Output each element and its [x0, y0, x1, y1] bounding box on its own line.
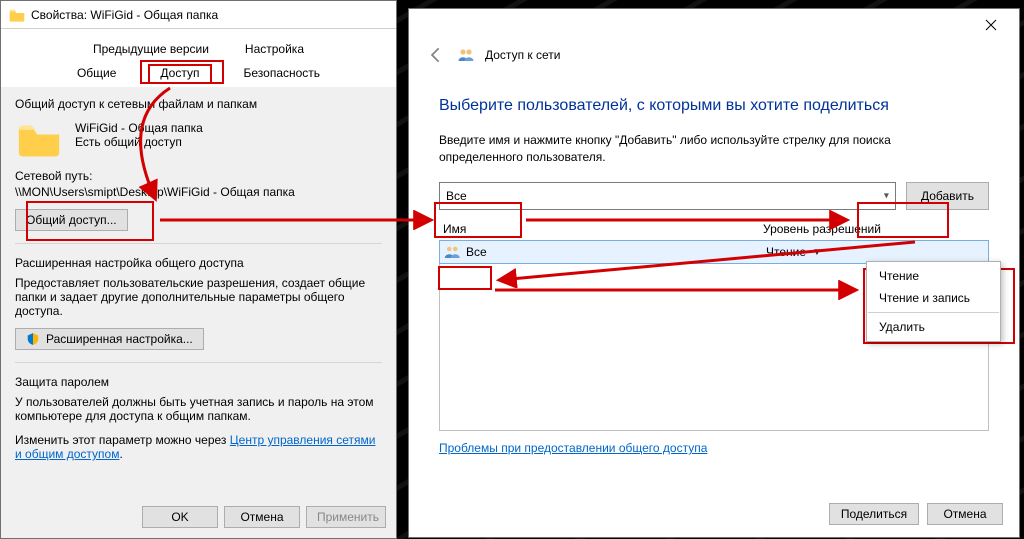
advanced-sharing-label: Расширенная настройка... — [46, 332, 193, 346]
user-list: Все Чтение ▼ Чтение Чтение и запись Удал… — [439, 241, 989, 431]
back-icon[interactable] — [427, 45, 447, 65]
netpath-value: \\MON\Users\smipt\Desktop\WiFiGid - Обща… — [15, 185, 382, 199]
advanced-label: Расширенная настройка общего доступа — [15, 256, 382, 270]
shield-icon — [26, 332, 40, 346]
group-icon — [444, 244, 462, 260]
share-button[interactable]: Общий доступ... — [15, 209, 128, 231]
perm-remove[interactable]: Удалить — [867, 316, 1000, 338]
chevron-down-icon[interactable]: ▾ — [884, 191, 889, 202]
perm-readwrite[interactable]: Чтение и запись — [867, 287, 1000, 309]
tabs: Предыдущие версии Настройка Общие Доступ… — [1, 29, 396, 87]
titlebar — [409, 9, 1019, 41]
share-button[interactable]: Поделиться — [829, 503, 919, 525]
tab-sharing[interactable]: Доступ — [148, 64, 211, 84]
properties-dialog: Свойства: WiFiGid - Общая папка Предыдущ… — [0, 0, 397, 539]
folder-icon — [17, 121, 61, 159]
column-permission-level[interactable]: Уровень разрешений — [763, 222, 985, 236]
column-name[interactable]: Имя — [443, 222, 763, 236]
cancel-button[interactable]: Отмена — [224, 506, 300, 528]
network-share-dialog: Доступ к сети Выберите пользователей, с … — [408, 8, 1020, 538]
tab-security[interactable]: Безопасность — [240, 64, 325, 84]
chevron-down-icon[interactable]: ▼ — [812, 247, 822, 258]
instruction-line-2: определенного пользователя. — [439, 150, 989, 164]
advanced-sharing-button[interactable]: Расширенная настройка... — [15, 328, 204, 350]
window-title: Свойства: WiFiGid - Общая папка — [31, 8, 218, 22]
nav-title: Доступ к сети — [485, 48, 560, 62]
titlebar[interactable]: Свойства: WiFiGid - Общая папка — [1, 1, 396, 29]
folder-icon — [9, 8, 25, 22]
tab-configure[interactable]: Настройка — [241, 40, 308, 58]
cancel-button[interactable]: Отмена — [927, 503, 1003, 525]
share-section-label: Общий доступ к сетевым файлам и папкам — [15, 97, 382, 111]
netpath-label: Сетевой путь: — [15, 169, 382, 183]
password-change-line: Изменить этот параметр можно через Центр… — [15, 433, 382, 461]
list-row[interactable]: Все Чтение ▼ — [440, 241, 988, 263]
row-name: Все — [466, 245, 766, 259]
advanced-desc: Предоставляет пользовательские разрешени… — [15, 276, 382, 318]
share-status: Есть общий доступ — [75, 135, 203, 149]
dialog-heading: Выберите пользователей, с которыми вы хо… — [439, 97, 989, 115]
user-combobox[interactable]: Все ▾ — [439, 182, 896, 210]
folder-name: WiFiGid - Общая папка — [75, 121, 203, 135]
password-label: Защита паролем — [15, 375, 382, 389]
instruction-line-1: Введите имя и нажмите кнопку "Добавить" … — [439, 133, 989, 147]
ok-button[interactable]: OK — [142, 506, 218, 528]
row-permission-level: Чтение — [766, 245, 806, 259]
close-button[interactable] — [971, 11, 1011, 39]
perm-read[interactable]: Чтение — [867, 265, 1000, 287]
list-header: Имя Уровень разрешений — [439, 218, 989, 241]
permission-menu: Чтение Чтение и запись Удалить — [866, 261, 1001, 342]
tab-general[interactable]: Общие — [73, 64, 120, 84]
password-desc: У пользователей должны быть учетная запи… — [15, 395, 382, 423]
people-icon — [457, 46, 475, 64]
sharing-problems-link[interactable]: Проблемы при предоставлении общего досту… — [439, 441, 707, 455]
combobox-value: Все — [446, 189, 467, 203]
add-button[interactable]: Добавить — [906, 182, 989, 210]
apply-button[interactable]: Применить — [306, 506, 386, 528]
tab-previous-versions[interactable]: Предыдущие версии — [89, 40, 213, 58]
divider — [15, 243, 382, 244]
divider — [15, 362, 382, 363]
close-icon — [985, 19, 997, 31]
